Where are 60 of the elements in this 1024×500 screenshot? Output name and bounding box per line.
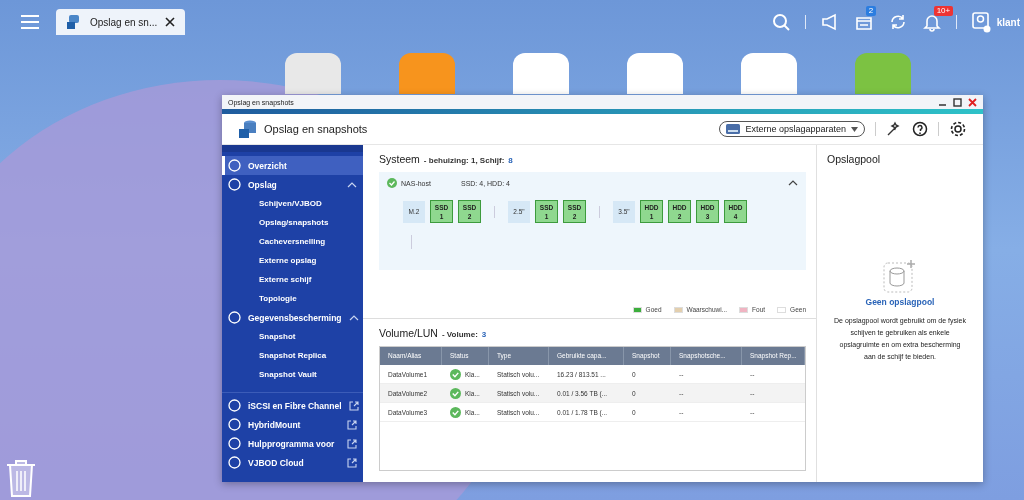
- external-link-icon[interactable]: [348, 400, 359, 411]
- settings-icon[interactable]: [949, 120, 967, 138]
- notification-count-badge: 10+: [933, 6, 954, 16]
- volume-count: 3: [481, 330, 487, 339]
- app-shortcut-icon[interactable]: [627, 53, 683, 94]
- section-summary: - Volume:: [441, 330, 478, 339]
- search-icon[interactable]: [770, 12, 791, 32]
- sidebar-item[interactable]: HybridMount: [222, 415, 363, 434]
- sidebar-item[interactable]: Opslag: [222, 175, 363, 194]
- sidebar-item[interactable]: Overzicht: [222, 156, 363, 175]
- bell-icon[interactable]: [921, 12, 942, 32]
- caret-icon: [851, 126, 858, 132]
- app-title: Opslag en snapshots: [264, 123, 368, 135]
- tab-title: Opslag en sn...: [90, 16, 158, 28]
- maximize-icon[interactable]: [953, 97, 962, 107]
- app-tab[interactable]: Opslag en sn...: [56, 9, 186, 35]
- close-icon[interactable]: [165, 17, 176, 27]
- nav-icon: [228, 418, 241, 431]
- menu-icon[interactable]: [20, 14, 40, 30]
- sidebar-subitem[interactable]: Snapshot Replica: [222, 346, 363, 365]
- wand-icon[interactable]: [886, 121, 902, 137]
- empty-state-title: Geen opslagpool: [865, 297, 935, 307]
- sidebar-subitem[interactable]: Opslag/snapshots: [222, 213, 363, 232]
- chevron-icon[interactable]: [788, 180, 798, 186]
- sidebar-subitem[interactable]: Schijven/VJBOD: [222, 194, 363, 213]
- sidebar-item[interactable]: VJBOD Cloud: [222, 453, 363, 472]
- task-count-badge: 2: [865, 6, 877, 16]
- sidebar-item[interactable]: Hulpprogramma voor: [222, 434, 363, 453]
- sidebar-subitem[interactable]: Snapshot Vault: [222, 365, 363, 384]
- section-title: Systeem: [379, 153, 420, 165]
- sidebar-subitem[interactable]: Cacheversnelling: [222, 232, 363, 251]
- sidebar-subitem[interactable]: Externe opslag: [222, 251, 363, 270]
- section-title: Volume/LUN: [379, 327, 438, 339]
- nav-icon: [228, 178, 241, 191]
- sidebar-item[interactable]: Gegevensbescherming: [222, 308, 363, 327]
- sidebar-subitem[interactable]: Snapshot: [222, 327, 363, 346]
- storage-app-icon: [238, 119, 258, 139]
- external-devices-dropdown[interactable]: Externe opslagapparaten: [719, 121, 865, 137]
- nav-icon: [228, 399, 241, 412]
- nav-icon: [228, 437, 241, 450]
- nav-icon: [228, 159, 241, 172]
- external-link-icon[interactable]: [347, 419, 357, 430]
- external-link-icon[interactable]: [347, 457, 357, 468]
- app-shortcut-icon[interactable]: [513, 53, 569, 94]
- drive-icon: [726, 124, 741, 134]
- external-link-icon[interactable]: [347, 438, 357, 449]
- sidebar-subitem[interactable]: Topologie: [222, 289, 363, 308]
- app-shortcut-icon[interactable]: [741, 53, 797, 94]
- section-summary: - behuizing: 1, Schijf:: [423, 156, 505, 165]
- user-icon[interactable]: [970, 11, 991, 33]
- nav-icon: [228, 311, 241, 324]
- panel-title: Opslagpool: [827, 153, 882, 165]
- sidebar-subitem[interactable]: Externe schijf: [222, 270, 363, 289]
- nav-icon: [228, 456, 241, 469]
- disk-count: 8: [508, 156, 513, 165]
- help-icon[interactable]: [912, 121, 928, 137]
- trash-icon[interactable]: [4, 458, 38, 498]
- add-disk-icon: [883, 259, 917, 293]
- storage-app-icon: [66, 14, 82, 30]
- sidebar-item[interactable]: iSCSI en Fibre Channel: [222, 396, 363, 415]
